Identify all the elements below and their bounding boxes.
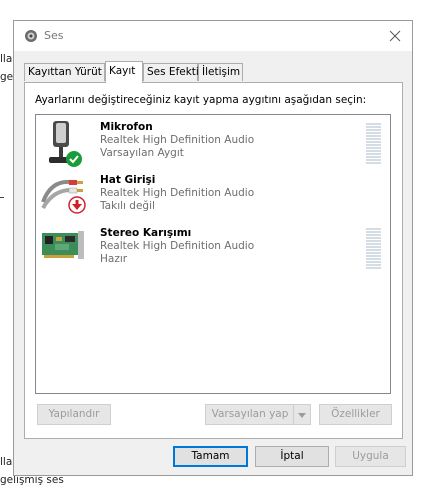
tab-recording[interactable]: Kayıt (105, 61, 143, 83)
tab-playback[interactable]: Kayıttan Yürüt (24, 63, 105, 81)
level-meter-segment (366, 255, 381, 257)
title-bar[interactable]: Ses (14, 21, 412, 51)
speaker-icon (25, 30, 37, 42)
device-item-stereo-mix[interactable]: Stereo Karışımı Realtek High Definition … (36, 225, 386, 275)
sound-dialog: Ses Kayıttan Yürüt Kayıt Ses Efekti İlet… (13, 20, 413, 476)
background-divider (0, 197, 4, 198)
device-status: Hazır (100, 253, 128, 265)
background-text-fragment: lla (0, 53, 13, 65)
set-default-label: Varsayılan yap (211, 408, 289, 420)
level-meter-segment (366, 243, 381, 245)
level-meter-segment (366, 246, 381, 248)
level-meter-segment (366, 261, 381, 263)
level-meter-segment (366, 141, 381, 143)
device-list[interactable]: Mikrofon Realtek High Definition Audio V… (35, 114, 391, 394)
level-meter-segment (366, 135, 381, 137)
level-meter-segment (366, 162, 381, 164)
background-text-fragment: lla (0, 456, 13, 468)
configure-button[interactable]: Yapılandır (37, 404, 111, 425)
level-meter-segment (366, 231, 381, 233)
device-item-microphone[interactable]: Mikrofon Realtek High Definition Audio V… (36, 119, 386, 169)
tab-sound-effects[interactable]: Ses Efekti (143, 63, 199, 81)
level-meter-segment (366, 258, 381, 260)
level-meter-segment (366, 240, 381, 242)
level-meter-segment (366, 153, 381, 155)
level-meter-segment (366, 144, 381, 146)
circuit-board-icon (42, 231, 84, 259)
check-icon (66, 151, 82, 167)
level-meter-segment (366, 249, 381, 251)
device-status: Takılı değil (100, 200, 155, 212)
level-meter-segment (366, 264, 381, 266)
cancel-label: İptal (280, 450, 304, 462)
level-meter (366, 123, 381, 165)
level-meter-segment (366, 138, 381, 140)
window-title: Ses (44, 29, 64, 42)
device-driver: Realtek High Definition Audio (100, 187, 255, 199)
level-meter-segment (366, 267, 381, 269)
ok-button[interactable]: Tamam (173, 446, 248, 467)
cancel-button[interactable]: İptal (255, 446, 329, 467)
device-status: Varsayılan Aygıt (100, 147, 184, 159)
level-meter-segment (366, 132, 381, 134)
background-text-fragment: ge (0, 71, 14, 83)
microphone-icon (49, 121, 82, 167)
tab-communications[interactable]: İletişim (198, 63, 243, 81)
level-meter-segment (366, 234, 381, 236)
device-name: Mikrofon (100, 121, 153, 133)
properties-button[interactable]: Özellikler (319, 404, 392, 425)
level-meter-segment (366, 129, 381, 131)
level-meter-segment (366, 228, 381, 230)
apply-button[interactable]: Uygula (335, 446, 406, 467)
device-driver: Realtek High Definition Audio (100, 134, 255, 146)
level-meter (366, 228, 381, 270)
device-name: Hat Girişi (100, 174, 156, 186)
set-default-button[interactable]: Varsayılan yap (205, 404, 311, 425)
level-meter-segment (366, 156, 381, 158)
level-meter-segment (366, 159, 381, 161)
device-item-line-in[interactable]: Hat Girişi Realtek High Definition Audio… (36, 172, 386, 222)
level-meter-segment (366, 252, 381, 254)
unplugged-arrow-icon (68, 196, 86, 214)
close-icon[interactable] (384, 25, 406, 47)
chevron-down-icon[interactable] (293, 405, 310, 424)
device-name: Stereo Karışımı (100, 227, 192, 239)
level-meter-segment (366, 150, 381, 152)
instruction-text: Ayarlarını değiştireceğiniz kayıt yapma … (35, 94, 367, 106)
level-meter-segment (366, 147, 381, 149)
device-driver: Realtek High Definition Audio (100, 240, 255, 252)
audio-cable-icon (41, 179, 86, 214)
level-meter-segment (366, 126, 381, 128)
level-meter-segment (366, 123, 381, 125)
level-meter-segment (366, 237, 381, 239)
recording-panel: Ayarlarını değiştireceğiniz kayıt yapma … (24, 82, 403, 439)
